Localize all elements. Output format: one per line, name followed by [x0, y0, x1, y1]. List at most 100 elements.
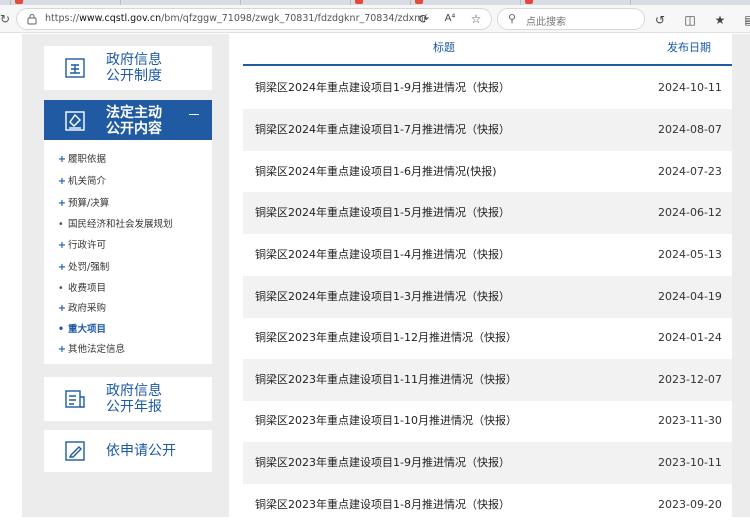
- row-date: 2024-05-13: [658, 248, 722, 261]
- refresh-page-icon[interactable]: ↺: [652, 12, 668, 28]
- document-icon: [65, 58, 85, 78]
- submenu-item[interactable]: + 预算/决算: [58, 198, 109, 210]
- sidebar-card-label: 政府信息 公开年报: [106, 383, 162, 415]
- submenu-label: 收费项目: [68, 283, 107, 294]
- search-placeholder: 点此搜索: [526, 17, 566, 28]
- row-date: 2023-09-20: [658, 498, 722, 511]
- submenu-item[interactable]: + 机关简介: [58, 176, 106, 188]
- row-title-link[interactable]: 铜梁区2023年重点建设项目1-11月推进情况（快报）: [255, 373, 517, 387]
- expand-plus-icon: +: [58, 240, 66, 251]
- row-date: 2024-08-07: [658, 123, 722, 136]
- search-icon: ⚲: [508, 12, 517, 25]
- table-row[interactable]: 铜梁区2024年重点建设项目1-4月推进情况（快报） 2024-05-13: [243, 234, 732, 276]
- table-row[interactable]: 铜梁区2023年重点建设项目1-10月推进情况（快报） 2023-11-30: [243, 400, 732, 442]
- url-scheme: https://: [45, 13, 80, 24]
- sidebar-card-label: 依申请公开: [106, 443, 176, 459]
- sidebar-card-label: 法定主动 公开内容: [106, 105, 162, 137]
- bullet-icon: •: [58, 324, 65, 335]
- page-right-margin: [732, 34, 750, 517]
- submenu-label: 履职依据: [68, 154, 107, 165]
- report-icon: [65, 390, 85, 408]
- row-title-link[interactable]: 铜梁区2024年重点建设项目1-3月推进情况（快报）: [255, 290, 510, 304]
- row-title-link[interactable]: 铜梁区2024年重点建设项目1-5月推进情况（快报）: [255, 206, 510, 220]
- table-row[interactable]: 铜梁区2024年重点建设项目1-6月推进情况(快报) 2024-07-23: [243, 151, 732, 193]
- submenu-item[interactable]: + 处罚/强制: [58, 262, 109, 274]
- submenu-label: 其他法定信息: [68, 344, 126, 355]
- url-path: /bm/qfzggw_71098/zwgk_70831/fdzdgknr_708…: [161, 13, 427, 24]
- row-date: 2023-11-30: [658, 414, 722, 427]
- sidebar: 政府信息 公开制度 法定主动 公开内容 + 履职依据 + 机关简介 + 预算/决算 •…: [22, 34, 229, 517]
- submenu-label: 行政许可: [68, 240, 107, 251]
- page-content: 政府信息 公开制度 法定主动 公开内容 + 履职依据 + 机关简介 + 预算/决算 •…: [0, 34, 750, 517]
- table-row[interactable]: 铜梁区2024年重点建设项目1-9月推进情况（快报） 2024-10-11: [243, 67, 732, 109]
- table-row[interactable]: 铜梁区2024年重点建设项目1-3月推进情况（快报） 2024-04-19: [243, 276, 732, 318]
- row-title-link[interactable]: 铜梁区2023年重点建设项目1-10月推进情况（快报）: [255, 414, 517, 428]
- reload-icon[interactable]: ↻: [0, 11, 12, 27]
- edit-icon: [65, 441, 85, 461]
- submenu-label: 处罚/强制: [68, 262, 110, 273]
- collections-icon[interactable]: ▤: [742, 12, 750, 28]
- column-header-date: 发布日期: [667, 41, 711, 54]
- table-header: 标题 发布日期: [243, 34, 732, 66]
- row-date: 2023-10-11: [658, 456, 722, 469]
- submenu-label: 国民经济和社会发展规划: [68, 219, 173, 230]
- submenu-item[interactable]: • 国民经济和社会发展规划: [58, 219, 173, 231]
- table-row[interactable]: 铜梁区2023年重点建设项目1-11月推进情况（快报） 2023-12-07: [243, 359, 732, 401]
- row-date: 2024-04-19: [658, 290, 722, 303]
- favorites-icon[interactable]: ★: [712, 12, 728, 28]
- sidebar-card-disclosure-policy[interactable]: 政府信息 公开制度: [44, 46, 212, 90]
- expand-plus-icon: +: [58, 176, 66, 187]
- row-title-link[interactable]: 铜梁区2023年重点建设项目1-8月推进情况（快报）: [255, 498, 510, 512]
- page-gutter: [0, 34, 22, 517]
- submenu-label: 预算/决算: [68, 198, 110, 209]
- search-box[interactable]: ⚲ 点此搜索: [497, 8, 645, 30]
- split-screen-icon[interactable]: ◫: [682, 12, 698, 28]
- table-row[interactable]: 铜梁区2023年重点建设项目1-12月推进情况（快报） 2024-01-24: [243, 317, 732, 359]
- row-date: 2024-07-23: [658, 165, 722, 178]
- favicon-icon: [415, 0, 423, 4]
- read-aloud-icon[interactable]: A⁴: [443, 11, 457, 27]
- sidebar-card-statutory-content[interactable]: 法定主动 公开内容: [44, 100, 212, 141]
- row-date: 2023-12-07: [658, 373, 722, 386]
- submenu-label: 政府采购: [68, 303, 107, 314]
- row-title-link[interactable]: 铜梁区2023年重点建设项目1-9月推进情况（快报）: [255, 456, 510, 470]
- row-title-link[interactable]: 铜梁区2024年重点建设项目1-4月推进情况（快报）: [255, 248, 510, 262]
- sidebar-card-apply-disclosure[interactable]: 依申请公开: [44, 430, 212, 472]
- row-date: 2024-10-11: [658, 81, 722, 94]
- row-title-link[interactable]: 铜梁区2024年重点建设项目1-6月推进情况(快报): [255, 165, 497, 179]
- url-text[interactable]: https://www.cqstl.gov.cn/bm/qfzggw_71098…: [45, 12, 427, 26]
- submenu-label: 机关简介: [68, 176, 107, 187]
- lock-icon: [27, 14, 37, 25]
- submenu-item[interactable]: + 政府采购: [58, 303, 106, 315]
- row-title-link[interactable]: 铜梁区2024年重点建设项目1-9月推进情况（快报）: [255, 81, 510, 95]
- expand-plus-icon: +: [58, 262, 66, 273]
- stamp-icon: [65, 111, 85, 131]
- browser-toolbar: ↻ https://www.cqstl.gov.cn/bm/qfzggw_710…: [0, 5, 750, 33]
- row-title-link[interactable]: 铜梁区2023年重点建设项目1-12月推进情况（快报）: [255, 331, 517, 345]
- submenu-item[interactable]: + 其他法定信息: [58, 344, 125, 356]
- table-row[interactable]: 铜梁区2024年重点建设项目1-7月推进情况（快报） 2024-08-07: [243, 109, 732, 151]
- submenu-item[interactable]: + 行政许可: [58, 240, 106, 252]
- favorite-star-icon[interactable]: ☆: [469, 11, 483, 27]
- table-row[interactable]: 铜梁区2023年重点建设项目1-8月推进情况（快报） 2023-09-20: [243, 484, 732, 526]
- favicon-icon: [15, 0, 23, 4]
- table-row[interactable]: 铜梁区2024年重点建设项目1-5月推进情况（快报） 2024-06-12: [243, 192, 732, 234]
- row-date: 2024-06-12: [658, 206, 722, 219]
- sidebar-card-label: 政府信息 公开制度: [106, 52, 162, 84]
- table-row[interactable]: 铜梁区2023年重点建设项目1-9月推进情况（快报） 2023-10-11: [243, 442, 732, 484]
- row-date: 2024-01-24: [658, 331, 722, 344]
- submenu-item[interactable]: • 收费项目: [58, 283, 106, 295]
- address-bar[interactable]: https://www.cqstl.gov.cn/bm/qfzggw_71098…: [16, 8, 492, 30]
- submenu-item-current[interactable]: • 重大项目: [58, 324, 106, 336]
- sidebar-card-annual-report[interactable]: 政府信息 公开年报: [44, 377, 212, 421]
- collapse-icon[interactable]: [189, 114, 199, 115]
- expand-plus-icon: +: [58, 154, 66, 165]
- expand-plus-icon: +: [58, 344, 66, 355]
- row-title-link[interactable]: 铜梁区2024年重点建设项目1-7月推进情况（快报）: [255, 123, 510, 137]
- translate-icon[interactable]: ⟳: [417, 11, 431, 27]
- bullet-icon: •: [58, 219, 64, 230]
- url-host: www.cqstl.gov.cn: [79, 13, 162, 24]
- submenu-label: 重大项目: [68, 324, 107, 335]
- expand-plus-icon: +: [58, 198, 66, 209]
- submenu-item[interactable]: + 履职依据: [58, 154, 106, 166]
